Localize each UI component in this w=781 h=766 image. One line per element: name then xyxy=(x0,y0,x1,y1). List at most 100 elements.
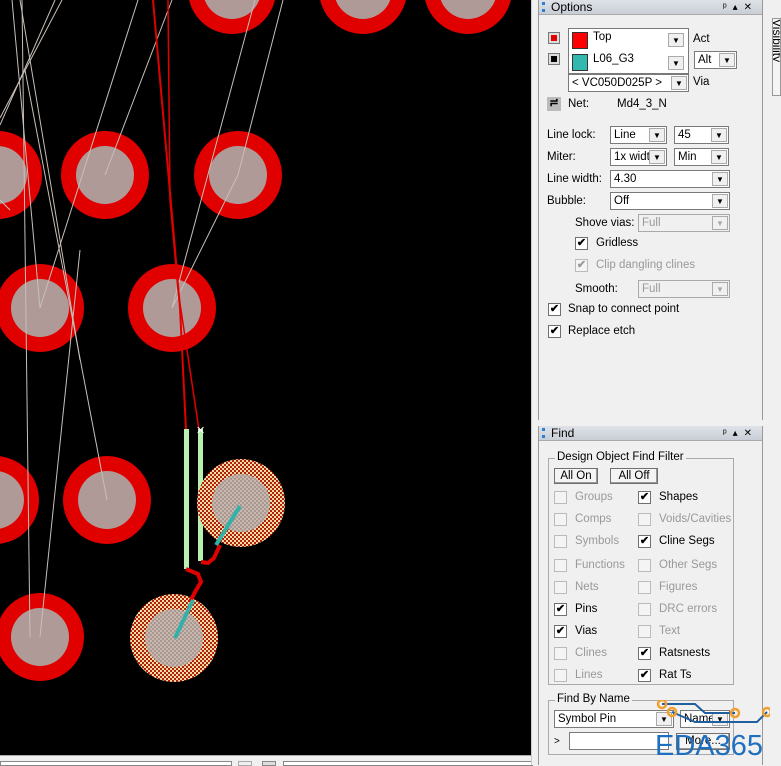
net-icon[interactable]: ≓ xyxy=(547,97,561,111)
line-lock-value: Line xyxy=(614,129,636,141)
find-groups-checkbox[interactable] xyxy=(554,491,567,504)
find-title: Find xyxy=(551,426,575,440)
snap-checkbox[interactable]: ✔ xyxy=(548,303,561,316)
chevron-down-icon[interactable]: ▼ xyxy=(712,216,728,230)
find-name-input[interactable] xyxy=(569,732,669,750)
find-other-segs-checkbox[interactable] xyxy=(638,559,651,572)
via-label: Via xyxy=(693,76,710,88)
find-figures-checkbox[interactable] xyxy=(638,581,651,594)
bubble-select[interactable]: Off ▼ xyxy=(610,192,730,210)
line-lock-angle-select[interactable]: 45 ▼ xyxy=(674,126,729,144)
options-title: Options xyxy=(551,0,593,14)
pcb-canvas[interactable]: ✕ xyxy=(0,0,531,755)
find-item-label: Other Segs xyxy=(659,559,718,571)
find-filter-title: Design Object Find Filter xyxy=(555,451,686,463)
visibility-tab[interactable]: Visibility xyxy=(772,18,781,96)
find-item-label: Ratsnests xyxy=(659,647,711,659)
alt-layer-color xyxy=(572,54,588,71)
find-lines-checkbox[interactable] xyxy=(554,669,567,682)
line-width-value: 4.30 xyxy=(614,173,637,185)
all-off-button[interactable]: All Off xyxy=(610,468,658,484)
snap-label: Snap to connect point xyxy=(568,303,680,315)
find-functions-checkbox[interactable] xyxy=(554,559,567,572)
alt-layer-name[interactable]: L06_G3 xyxy=(593,53,634,65)
net-value: Md4_3_N xyxy=(617,98,667,110)
chevron-down-icon[interactable]: ▼ xyxy=(712,282,728,296)
find-shapes-checkbox[interactable]: ✔ xyxy=(638,491,651,504)
find-item-label: Voids/Cavities xyxy=(659,513,732,525)
chevron-down-icon[interactable]: ▼ xyxy=(719,53,735,67)
chevron-down-icon[interactable]: ▼ xyxy=(671,76,687,90)
chevron-down-icon[interactable]: ▼ xyxy=(656,712,672,726)
find-drc-errors-checkbox[interactable] xyxy=(638,603,651,616)
shove-vias-select[interactable]: Full ▼ xyxy=(638,214,730,232)
smooth-select[interactable]: Full ▼ xyxy=(638,280,730,298)
miter-select[interactable]: 1x widt ▼ xyxy=(610,148,667,166)
find-header: Find ᵖ▴✕ xyxy=(539,426,762,441)
find-nets-checkbox[interactable] xyxy=(554,581,567,594)
find-item-label: Clines xyxy=(575,647,607,659)
alt-layer-swatch-button[interactable] xyxy=(548,53,560,65)
find-by-name-title: Find By Name xyxy=(555,693,632,705)
find-vias-checkbox[interactable]: ✔ xyxy=(554,625,567,638)
visibility-tab-label: Visibility xyxy=(772,19,781,63)
line-lock-select[interactable]: Line ▼ xyxy=(610,126,667,144)
splitter[interactable] xyxy=(531,0,538,765)
chevron-down-icon[interactable]: ▼ xyxy=(712,712,728,726)
find-item-label: Symbols xyxy=(575,535,620,547)
shove-vias-label: Shove vias: xyxy=(575,217,635,229)
find-item-label: Pins xyxy=(575,603,598,615)
gridless-checkbox[interactable]: ✔ xyxy=(575,237,588,250)
find-mode-select[interactable]: Name ▼ xyxy=(680,710,730,728)
find-item-label: Cline Segs xyxy=(659,535,715,547)
find-item-label: Rat Ts xyxy=(659,669,692,681)
find-item-label: Shapes xyxy=(659,491,699,503)
alt-layer-dropdown[interactable]: ▼ xyxy=(668,56,684,70)
find-mode-value: Name xyxy=(684,713,715,725)
chevron-down-icon[interactable]: ▼ xyxy=(711,150,727,164)
find-symbols-checkbox[interactable] xyxy=(554,535,567,548)
svg-text:✕: ✕ xyxy=(196,425,205,437)
active-layer-name[interactable]: Top xyxy=(593,31,612,43)
alt-select[interactable]: Alt ▼ xyxy=(694,51,737,69)
chevron-down-icon[interactable]: ▼ xyxy=(712,194,728,208)
grip-icon[interactable] xyxy=(542,2,545,12)
find-comps-checkbox[interactable] xyxy=(554,513,567,526)
active-layer-dropdown[interactable]: ▼ xyxy=(668,33,684,47)
line-lock-label: Line lock: xyxy=(547,129,596,141)
chevron-down-icon[interactable]: ▼ xyxy=(712,172,728,186)
panel-controls[interactable]: ᵖ▴✕ xyxy=(723,426,758,441)
find-pins-checkbox[interactable]: ✔ xyxy=(554,603,567,616)
grip-icon[interactable] xyxy=(542,428,545,438)
chevron-down-icon[interactable]: ▼ xyxy=(711,128,727,142)
horizontal-scrollbar[interactable] xyxy=(0,755,538,766)
smooth-value: Full xyxy=(642,283,661,295)
line-width-label: Line width: xyxy=(547,173,602,185)
panel-controls[interactable]: ᵖ▴✕ xyxy=(723,0,758,15)
clip-dangling-checkbox[interactable]: ✔ xyxy=(575,259,588,272)
line-width-input[interactable]: 4.30 ▼ xyxy=(610,170,730,188)
all-on-button[interactable]: All On xyxy=(554,468,598,484)
smooth-label: Smooth: xyxy=(575,283,618,295)
find-item-label: Vias xyxy=(575,625,598,637)
more-button[interactable]: More... xyxy=(676,733,730,750)
find-voids-cavities-checkbox[interactable] xyxy=(638,513,651,526)
active-layer-swatch-button[interactable] xyxy=(548,32,560,44)
via-select[interactable]: < VC050D025P > ▼ xyxy=(568,74,689,92)
find-cline-segs-checkbox[interactable]: ✔ xyxy=(638,535,651,548)
replace-etch-checkbox[interactable]: ✔ xyxy=(548,325,561,338)
options-header: Options ᵖ▴✕ xyxy=(539,0,762,15)
chevron-down-icon[interactable]: ▼ xyxy=(649,150,665,164)
find-type-select[interactable]: Symbol Pin ▼ xyxy=(554,710,674,728)
find-ratsnests-checkbox[interactable]: ✔ xyxy=(638,647,651,660)
miter-min-select[interactable]: Min ▼ xyxy=(674,148,729,166)
find-rat-ts-checkbox[interactable]: ✔ xyxy=(638,669,651,682)
bubble-value: Off xyxy=(614,195,630,207)
find-clines-checkbox[interactable] xyxy=(554,647,567,660)
chevron-down-icon[interactable]: ▼ xyxy=(649,128,665,142)
miter-label: Miter: xyxy=(547,151,576,163)
find-item-label: Comps xyxy=(575,513,612,525)
find-text-checkbox[interactable] xyxy=(638,625,651,638)
find-item-label: Nets xyxy=(575,581,599,593)
replace-etch-label: Replace etch xyxy=(568,325,636,337)
